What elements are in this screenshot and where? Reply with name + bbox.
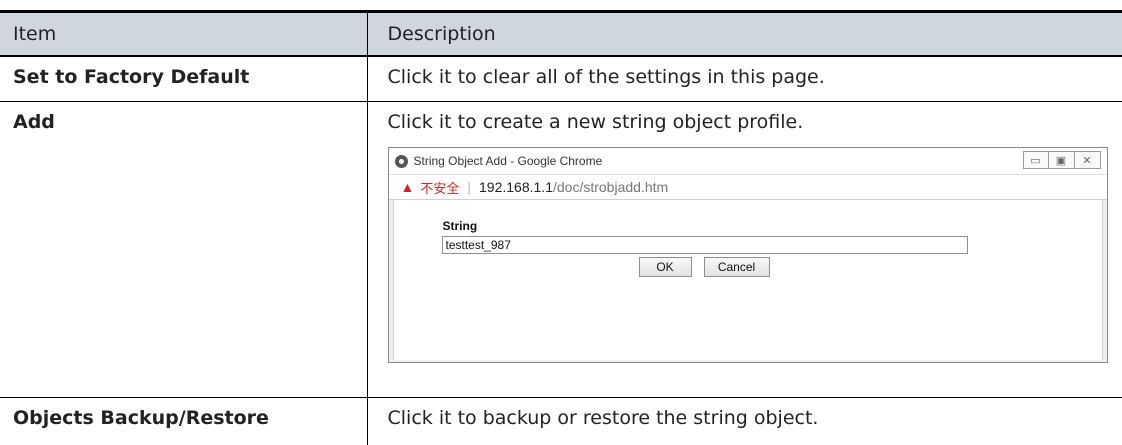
window-content: String OK Cancel — [393, 200, 1103, 360]
window-controls: ▭ ▣ ✕ — [1023, 151, 1101, 169]
description-table: Item Description Set to Factory Default … — [0, 10, 1122, 445]
item-cell: Set to Factory Default — [0, 56, 367, 102]
header-description: Description — [367, 12, 1122, 56]
description-cell: Click it to clear all of the settings in… — [367, 56, 1122, 102]
not-secure-label: 不安全 — [420, 178, 459, 197]
description-cell: Click it to create a new string object p… — [367, 102, 1122, 398]
description-text: Click it to create a new string object p… — [388, 111, 1122, 133]
chrome-icon — [395, 155, 408, 168]
maximize-icon[interactable]: ▣ — [1049, 151, 1075, 169]
table-row: Objects Backup/Restore Click it to backu… — [0, 398, 1122, 445]
item-cell: Add — [0, 102, 367, 398]
minimize-icon[interactable]: ▭ — [1023, 151, 1049, 169]
window-title: String Object Add - Google Chrome — [414, 154, 603, 168]
window-title-bar: String Object Add - Google Chrome ▭ ▣ ✕ — [389, 148, 1107, 174]
close-icon[interactable]: ✕ — [1075, 151, 1101, 169]
string-label: String — [443, 219, 478, 233]
table-row: Set to Factory Default Click it to clear… — [0, 56, 1122, 102]
browser-window-screenshot: String Object Add - Google Chrome ▭ ▣ ✕ … — [388, 147, 1108, 363]
description-cell: Click it to backup or restore the string… — [367, 398, 1122, 445]
item-cell: Objects Backup/Restore — [0, 398, 367, 445]
address-bar[interactable]: ▲ 不安全 | 192.168.1.1/doc/strobjadd.htm — [389, 174, 1107, 200]
ok-button[interactable]: OK — [639, 257, 692, 277]
url-host: 192.168.1.1 — [479, 179, 553, 195]
string-input[interactable] — [442, 236, 968, 254]
cancel-button[interactable]: Cancel — [704, 257, 770, 277]
table-row: Add Click it to create a new string obje… — [0, 102, 1122, 398]
address-separator: | — [467, 179, 471, 195]
table-header-row: Item Description — [0, 12, 1122, 56]
header-item: Item — [0, 12, 367, 56]
warning-icon: ▲ — [401, 179, 415, 195]
url-path: /doc/strobjadd.htm — [553, 179, 668, 195]
